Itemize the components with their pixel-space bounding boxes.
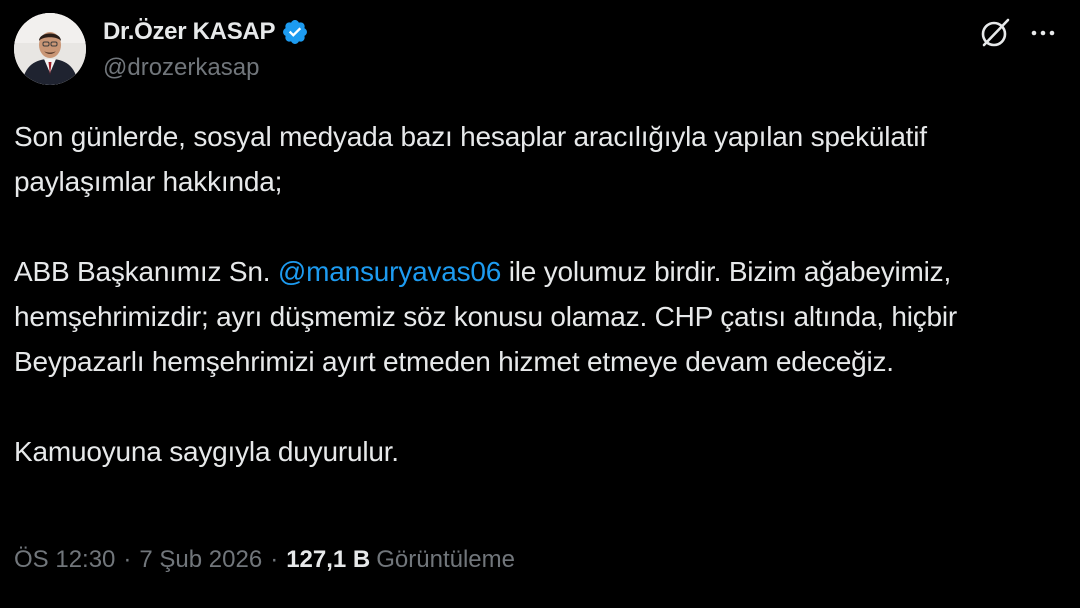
tweet-meta: ÖS 12:30 · 7 Şub 2026 · 127,1 B Görüntül… (14, 546, 515, 574)
views-count[interactable]: 127,1 B (286, 546, 370, 574)
author-display-name[interactable]: Dr.Özer KASAP (103, 18, 275, 46)
meta-separator: · (270, 546, 279, 573)
mention-link[interactable]: @mansuryavas06 (278, 256, 501, 287)
tweet-date[interactable]: 7 Şub 2026 (139, 546, 262, 574)
tweet-paragraph-3: Kamuoyuna saygıyla duyurulur. (14, 436, 399, 467)
tweet-paragraph-2: ABB Başkanımız Sn. @mansuryavas06 ile yo… (14, 249, 1054, 384)
meta-separator: · (123, 546, 132, 573)
tweet-text: Son günlerde, sosyal medyada bazı hesapl… (14, 114, 1054, 474)
avatar-image (14, 13, 86, 85)
views-label: Görüntüleme (376, 546, 515, 573)
tweet-paragraph-1: Son günlerde, sosyal medyada bazı hesapl… (14, 121, 927, 197)
grok-icon[interactable] (978, 16, 1012, 50)
tweet-time[interactable]: ÖS 12:30 (14, 546, 115, 574)
more-horizontal-icon[interactable] (1028, 18, 1058, 48)
author-name-row: Dr.Özer KASAP (103, 16, 309, 48)
verified-badge-icon (281, 18, 309, 46)
avatar[interactable] (14, 13, 86, 85)
author-handle[interactable]: @drozerkasap (103, 54, 259, 82)
tweet-paragraph-2-start: ABB Başkanımız Sn. (14, 256, 278, 287)
tweet: Dr.Özer KASAP @drozerkasap Son günlerde,… (0, 0, 1080, 608)
